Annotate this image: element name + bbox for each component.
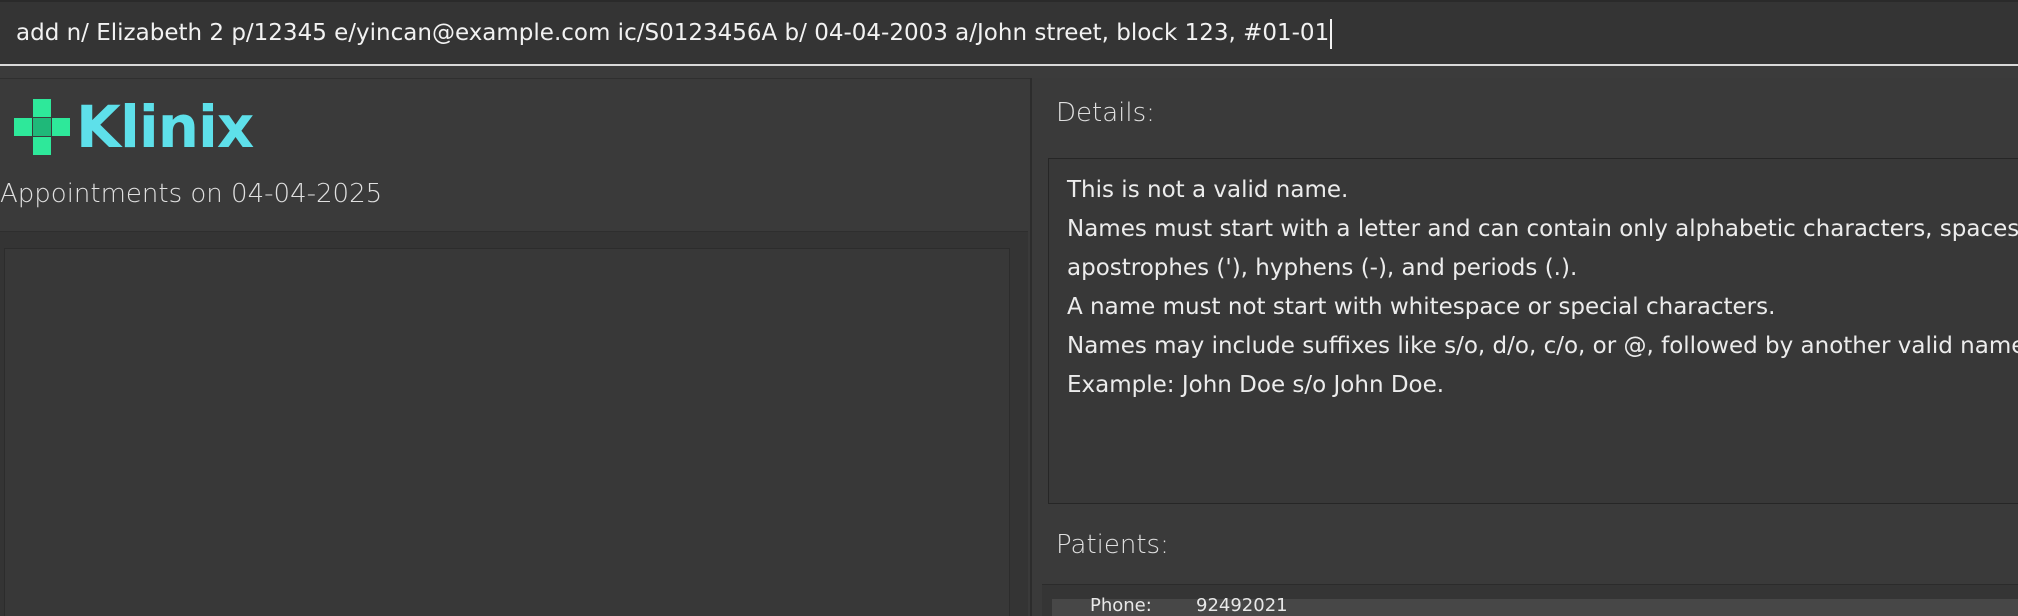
right-panel: Details: This is not a valid name. Names… — [1032, 78, 2018, 616]
result-display[interactable]: This is not a valid name. Names must sta… — [1048, 158, 2018, 504]
klinix-app: add n/ Elizabeth 2 p/12345 e/yincan@exam… — [0, 0, 2018, 616]
details-line: Names may include suffixes like s/o, d/o… — [1067, 333, 2018, 359]
patients-list[interactable]: Phone: 92492021 — [1042, 584, 2018, 616]
command-text: add n/ Elizabeth 2 p/12345 e/yincan@exam… — [16, 20, 1330, 46]
logo-text: Klinix — [76, 93, 254, 161]
command-bar: add n/ Elizabeth 2 p/12345 e/yincan@exam… — [0, 0, 2018, 66]
appointments-list[interactable] — [4, 248, 1010, 616]
appointments-panel — [0, 231, 1028, 616]
text-caret — [1330, 18, 1333, 49]
left-panel: Klinix Appointments on 04-04-2025 — [0, 78, 1030, 616]
command-input[interactable]: add n/ Elizabeth 2 p/12345 e/yincan@exam… — [0, 2, 2018, 64]
medical-cross-icon — [14, 99, 70, 155]
details-title: Details: — [1056, 98, 1155, 128]
klinix-logo: Klinix — [14, 93, 254, 161]
phone-value: 92492021 — [1196, 595, 1288, 616]
patient-card[interactable]: Phone: 92492021 — [1052, 595, 2018, 616]
patients-title: Patients: — [1056, 530, 1169, 560]
details-line: This is not a valid name. — [1067, 177, 1349, 203]
details-line: A name must not start with whitespace or… — [1067, 294, 1776, 320]
details-line: apostrophes ('), hyphens (-), and period… — [1067, 255, 1578, 281]
phone-label: Phone: — [1090, 595, 1152, 616]
details-line: Names must start with a letter and can c… — [1067, 216, 2018, 242]
appointments-title: Appointments on 04-04-2025 — [0, 179, 383, 209]
details-line: Example: John Doe s/o John Doe. — [1067, 372, 1445, 398]
